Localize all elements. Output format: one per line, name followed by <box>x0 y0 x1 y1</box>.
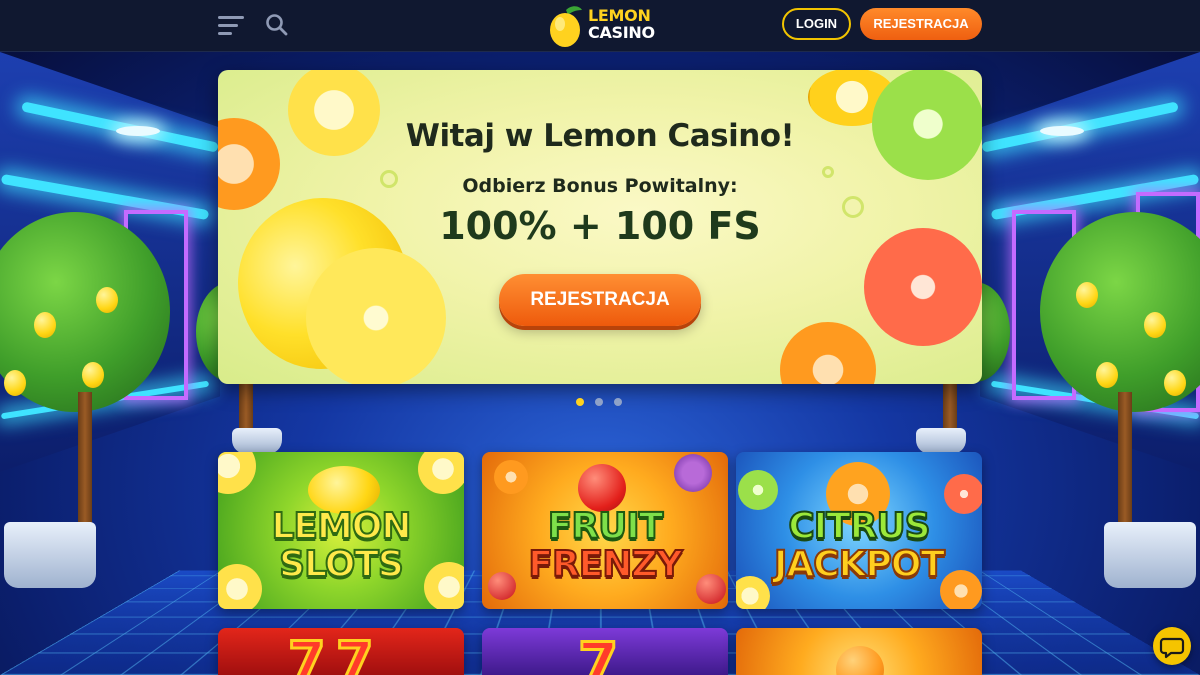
game-title: FRUIT FRENZY <box>527 506 683 585</box>
lemon-tree <box>0 202 170 642</box>
game-tile-fruit-frenzy[interactable]: FRUIT FRENZY <box>482 452 728 609</box>
lemon-tree <box>1040 202 1200 642</box>
apple-image <box>578 464 626 512</box>
logo-text-casino: CASINO <box>588 23 655 42</box>
ceiling-light <box>116 126 160 136</box>
register-button[interactable]: REJESTRACJA <box>860 8 982 40</box>
chat-bubble-icon[interactable] <box>1153 627 1191 665</box>
game-tile-lemon-slots[interactable]: LEMON SLOTS <box>218 452 464 609</box>
game-tile-sevens[interactable]: 7 7 <box>218 628 464 675</box>
game-title: CITRUS JACKPOT <box>773 506 946 585</box>
welcome-banner[interactable]: Witaj w Lemon Casino! Odbierz Bonus Powi… <box>218 70 982 384</box>
hamburger-menu-icon[interactable] <box>218 14 244 36</box>
ceiling-light <box>1040 126 1084 136</box>
svg-text:7: 7 <box>578 630 618 675</box>
logo-text-lemon: LEMON <box>588 6 651 25</box>
carousel-dot-3[interactable] <box>614 398 622 406</box>
login-button[interactable]: LOGIN <box>782 8 851 40</box>
lemon-casino-logo[interactable]: LEMON CASINO <box>546 4 658 48</box>
grapes-image <box>674 454 712 492</box>
lemon-logo-icon <box>550 6 582 47</box>
hero-title: Witaj w Lemon Casino! <box>405 118 795 154</box>
hero-register-button[interactable]: REJESTRACJA <box>499 274 701 326</box>
carousel-dot-2[interactable] <box>595 398 603 406</box>
lemon-half-image <box>306 248 446 384</box>
game-tile-citrus-jackpot[interactable]: CITRUS JACKPOT <box>736 452 982 609</box>
hero-bonus-amount: 100% + 100 FS <box>439 204 761 248</box>
svg-text:7: 7 <box>336 630 374 675</box>
game-tile-orange-sunburst[interactable] <box>736 628 982 675</box>
hero-subtitle: Odbierz Bonus Powitalny: <box>462 175 738 197</box>
game-title: LEMON SLOTS <box>270 506 412 585</box>
game-tile-purple-sevens[interactable]: 7 <box>482 628 728 675</box>
orange-slice-image <box>780 322 876 384</box>
carousel-dot-1[interactable] <box>576 398 584 406</box>
svg-text:7: 7 <box>288 630 326 675</box>
lime-slice-image <box>738 470 778 510</box>
top-navbar: LEMON CASINO LOGIN REJESTRACJA <box>0 0 1200 52</box>
search-icon[interactable] <box>264 12 290 38</box>
